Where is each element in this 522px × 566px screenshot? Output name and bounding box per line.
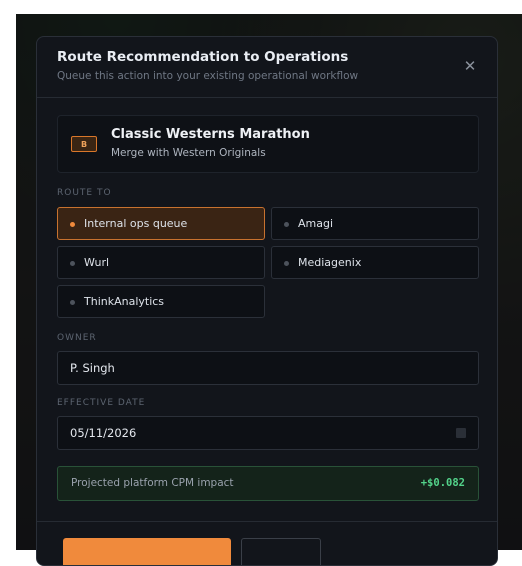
effective-date-value: 05/11/2026	[70, 426, 137, 440]
route-option-label: ThinkAnalytics	[84, 295, 165, 308]
modal-subtitle: Queue this action into your existing ope…	[57, 70, 359, 82]
item-title: Classic Westerns Marathon	[111, 127, 310, 142]
cpm-impact-panel: Projected platform CPM impact +$0.082	[57, 466, 479, 501]
item-subtitle: Merge with Western Originals	[111, 147, 266, 159]
route-option-mediagenix[interactable]: Mediagenix	[271, 246, 479, 279]
route-option-label: Wurl	[84, 256, 110, 269]
owner-label: OWNER	[57, 333, 97, 343]
recommendation-card: B Classic Westerns Marathon Merge with W…	[57, 115, 479, 173]
route-option-label: Mediagenix	[298, 256, 362, 269]
modal-body: B Classic Westerns Marathon Merge with W…	[57, 115, 479, 501]
route-option-internal-ops-queue[interactable]: Internal ops queue	[57, 207, 265, 240]
owner-field[interactable]: P. Singh	[57, 351, 479, 385]
item-badge: B	[71, 136, 97, 152]
modal-footer	[37, 521, 497, 565]
radio-dot-icon	[70, 261, 75, 266]
route-option-label: Internal ops queue	[84, 217, 188, 230]
effective-date-field[interactable]: 05/11/2026	[57, 416, 479, 450]
route-option-label: Amagi	[298, 217, 334, 230]
route-option-thinkanalytics[interactable]: ThinkAnalytics	[57, 285, 265, 318]
route-to-label: ROUTE TO	[57, 188, 112, 198]
calendar-icon[interactable]	[456, 428, 466, 438]
close-icon[interactable]: ✕	[461, 57, 479, 75]
cpm-impact-label: Projected platform CPM impact	[71, 477, 234, 489]
effective-date-label: EFFECTIVE DATE	[57, 398, 146, 408]
route-option-amagi[interactable]: Amagi	[271, 207, 479, 240]
modal-header: Route Recommendation to Operations Queue…	[37, 37, 497, 98]
modal-title: Route Recommendation to Operations	[57, 49, 349, 65]
radio-dot-icon	[70, 300, 75, 305]
route-recommendation-modal: Route Recommendation to Operations Queue…	[36, 36, 498, 566]
submit-button[interactable]	[63, 538, 231, 565]
cpm-impact-value: +$0.082	[420, 477, 465, 489]
route-option-wurl[interactable]: Wurl	[57, 246, 265, 279]
radio-dot-icon	[284, 222, 289, 227]
cancel-button[interactable]	[241, 538, 321, 565]
radio-dot-icon	[284, 261, 289, 266]
radio-dot-icon	[70, 222, 75, 227]
